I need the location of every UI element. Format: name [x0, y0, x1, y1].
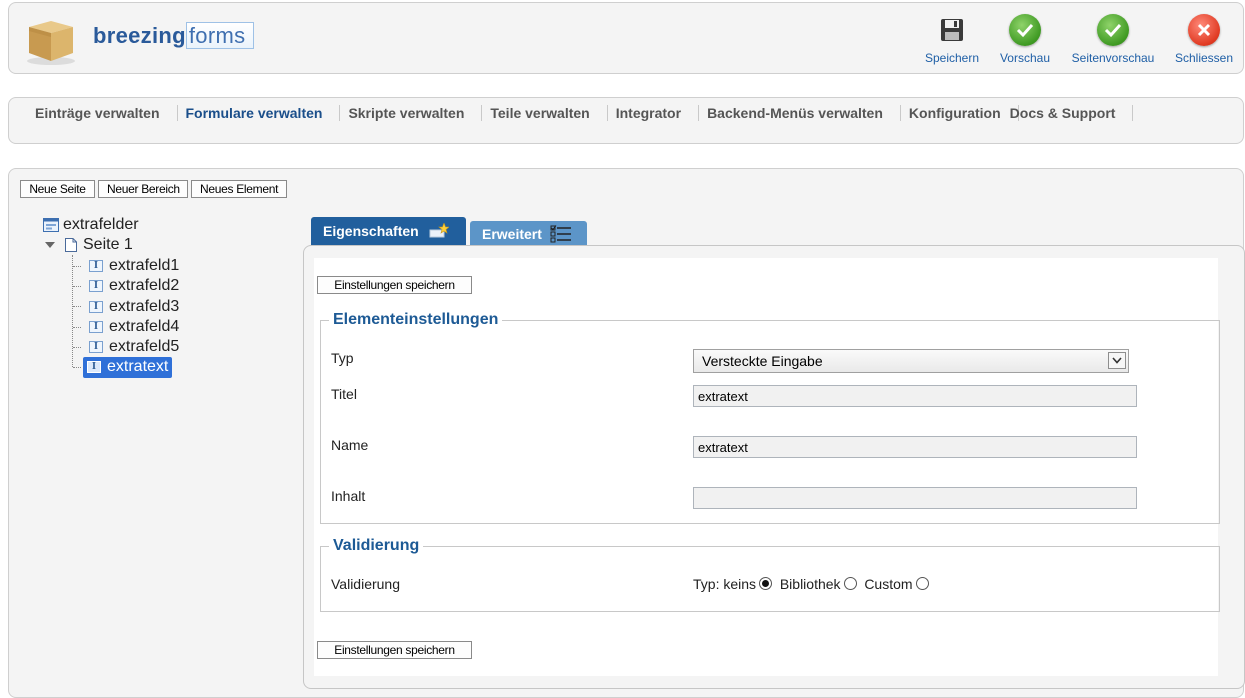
validation-legend: Validierung — [333, 537, 420, 554]
tree-page-node[interactable]: Seite 1 — [45, 236, 133, 254]
tab-properties-label: Eigenschaften — [323, 223, 419, 239]
chevron-down-icon — [1108, 352, 1126, 369]
text-field-icon: I — [89, 341, 103, 353]
nav-integrator[interactable]: Integrator — [608, 105, 700, 121]
tree-item-extrafeld2[interactable]: I extrafeld2 — [89, 277, 179, 295]
text-field-icon: I — [89, 280, 103, 292]
tree-item-extrafeld4[interactable]: I extrafeld4 — [89, 318, 179, 336]
type-select-value: Versteckte Eingabe — [702, 353, 823, 369]
tab-advanced-label: Erweitert — [482, 226, 542, 242]
tree-item-selected: I extratext — [83, 356, 173, 378]
tree-root-label: extrafelder — [63, 216, 139, 233]
radio-custom[interactable] — [915, 577, 929, 590]
title-label: Titel — [331, 386, 357, 402]
tree-root-node[interactable]: extrafelder — [43, 216, 139, 234]
tab-advanced[interactable]: Erweitert — [470, 221, 587, 245]
tree-page-label: Seite 1 — [83, 236, 133, 253]
preview-button[interactable]: Vorschau — [997, 13, 1053, 65]
new-section-button[interactable]: Neuer Bereich — [98, 180, 188, 198]
page-preview-label: Seitenvorschau — [1071, 51, 1155, 65]
radio-none[interactable] — [759, 577, 773, 590]
type-label: Typ — [331, 350, 354, 366]
header-bar: breezing forms Speichern Vorschau Seitenv… — [8, 2, 1244, 74]
tab-properties[interactable]: Eigenschaften — [311, 217, 466, 245]
save-settings-button-bottom[interactable]: Einstellungen speichern — [317, 641, 472, 659]
tree-item-label: extrafeld1 — [109, 257, 180, 274]
text-field-icon: I — [89, 301, 103, 313]
option-library-label: Bibliothek — [779, 576, 841, 592]
logo-light-text: forms — [185, 22, 255, 49]
option-none-label: keins — [723, 576, 757, 592]
validation-label: Validierung — [331, 576, 401, 592]
text-field-icon: I — [89, 260, 103, 272]
breezingforms-logo: breezing forms — [93, 22, 255, 53]
nav-manage-forms[interactable]: Formulare verwalten — [178, 105, 341, 121]
main-navigation: Einträge verwalten Formulare verwalten S… — [8, 97, 1244, 144]
new-element-button[interactable]: Neues Element — [191, 180, 287, 198]
tree-item-extratext[interactable]: I extratext — [83, 356, 173, 378]
name-label: Name — [331, 437, 369, 453]
validation-group: Validierung — [320, 537, 1220, 612]
form-icon — [43, 218, 59, 232]
properties-panel: Einstellungen speichern Elementeinstellu… — [303, 245, 1245, 689]
content-input[interactable] — [693, 487, 1137, 509]
properties-content: Einstellungen speichern Elementeinstellu… — [314, 258, 1220, 676]
save-label: Speichern — [924, 51, 980, 65]
tree-item-label: extrafeld2 — [109, 277, 180, 294]
type-select[interactable]: Versteckte Eingabe — [693, 349, 1129, 373]
tree-item-extrafeld5[interactable]: I extrafeld5 — [89, 338, 179, 356]
validation-prefix: Typ: — [693, 576, 720, 592]
page-icon — [65, 238, 77, 252]
floppy-disk-icon — [935, 13, 969, 47]
tree-item-extrafeld3[interactable]: I extrafeld3 — [89, 298, 179, 316]
save-button[interactable]: Speichern — [923, 13, 981, 65]
tree-item-label: extrafeld5 — [109, 338, 180, 355]
radio-library[interactable] — [843, 577, 857, 590]
package-logo-icon — [23, 11, 79, 67]
nav-docs-support[interactable]: Docs & Support — [1002, 105, 1134, 121]
chevron-down-icon[interactable] — [45, 241, 55, 249]
checklist-icon — [550, 225, 572, 246]
close-icon — [1187, 13, 1221, 47]
close-button[interactable]: Schliessen — [1171, 13, 1237, 65]
new-page-button[interactable]: Neue Seite — [20, 180, 95, 198]
name-input[interactable] — [693, 436, 1137, 458]
check-icon — [1008, 13, 1042, 47]
tree-item-label: extratext — [107, 357, 169, 375]
tree-item-label: extrafeld3 — [109, 298, 180, 315]
text-field-icon: I — [89, 321, 103, 333]
logo-bold-text: breezing — [93, 23, 186, 48]
element-settings-legend: Elementeinstellungen — [333, 311, 499, 328]
tree-item-extrafeld1[interactable]: I extrafeld1 — [89, 257, 179, 275]
form-editor-panel: Neue Seite Neuer Bereich Neues Element e… — [8, 168, 1245, 698]
title-input[interactable] — [693, 385, 1137, 407]
close-label: Schliessen — [1174, 51, 1234, 65]
star-edit-icon — [429, 222, 450, 242]
validation-type-options: Typ: keins Bibliothek Custom — [693, 576, 929, 592]
nav-manage-scripts[interactable]: Skripte verwalten — [340, 105, 483, 121]
save-settings-button-top[interactable]: Einstellungen speichern — [317, 276, 472, 294]
nav-manage-entries[interactable]: Einträge verwalten — [27, 105, 178, 121]
nav-manage-pieces[interactable]: Teile verwalten — [482, 105, 608, 121]
tree-item-label: extrafeld4 — [109, 318, 180, 335]
content-label: Inhalt — [331, 488, 366, 504]
preview-label: Vorschau — [999, 51, 1051, 65]
nav-backend-menus[interactable]: Backend-Menüs verwalten — [699, 105, 901, 121]
hidden-field-icon: I — [87, 360, 101, 373]
page-preview-button[interactable]: Seitenvorschau — [1067, 13, 1159, 65]
option-custom-label: Custom — [864, 576, 913, 592]
check-icon — [1096, 13, 1130, 47]
